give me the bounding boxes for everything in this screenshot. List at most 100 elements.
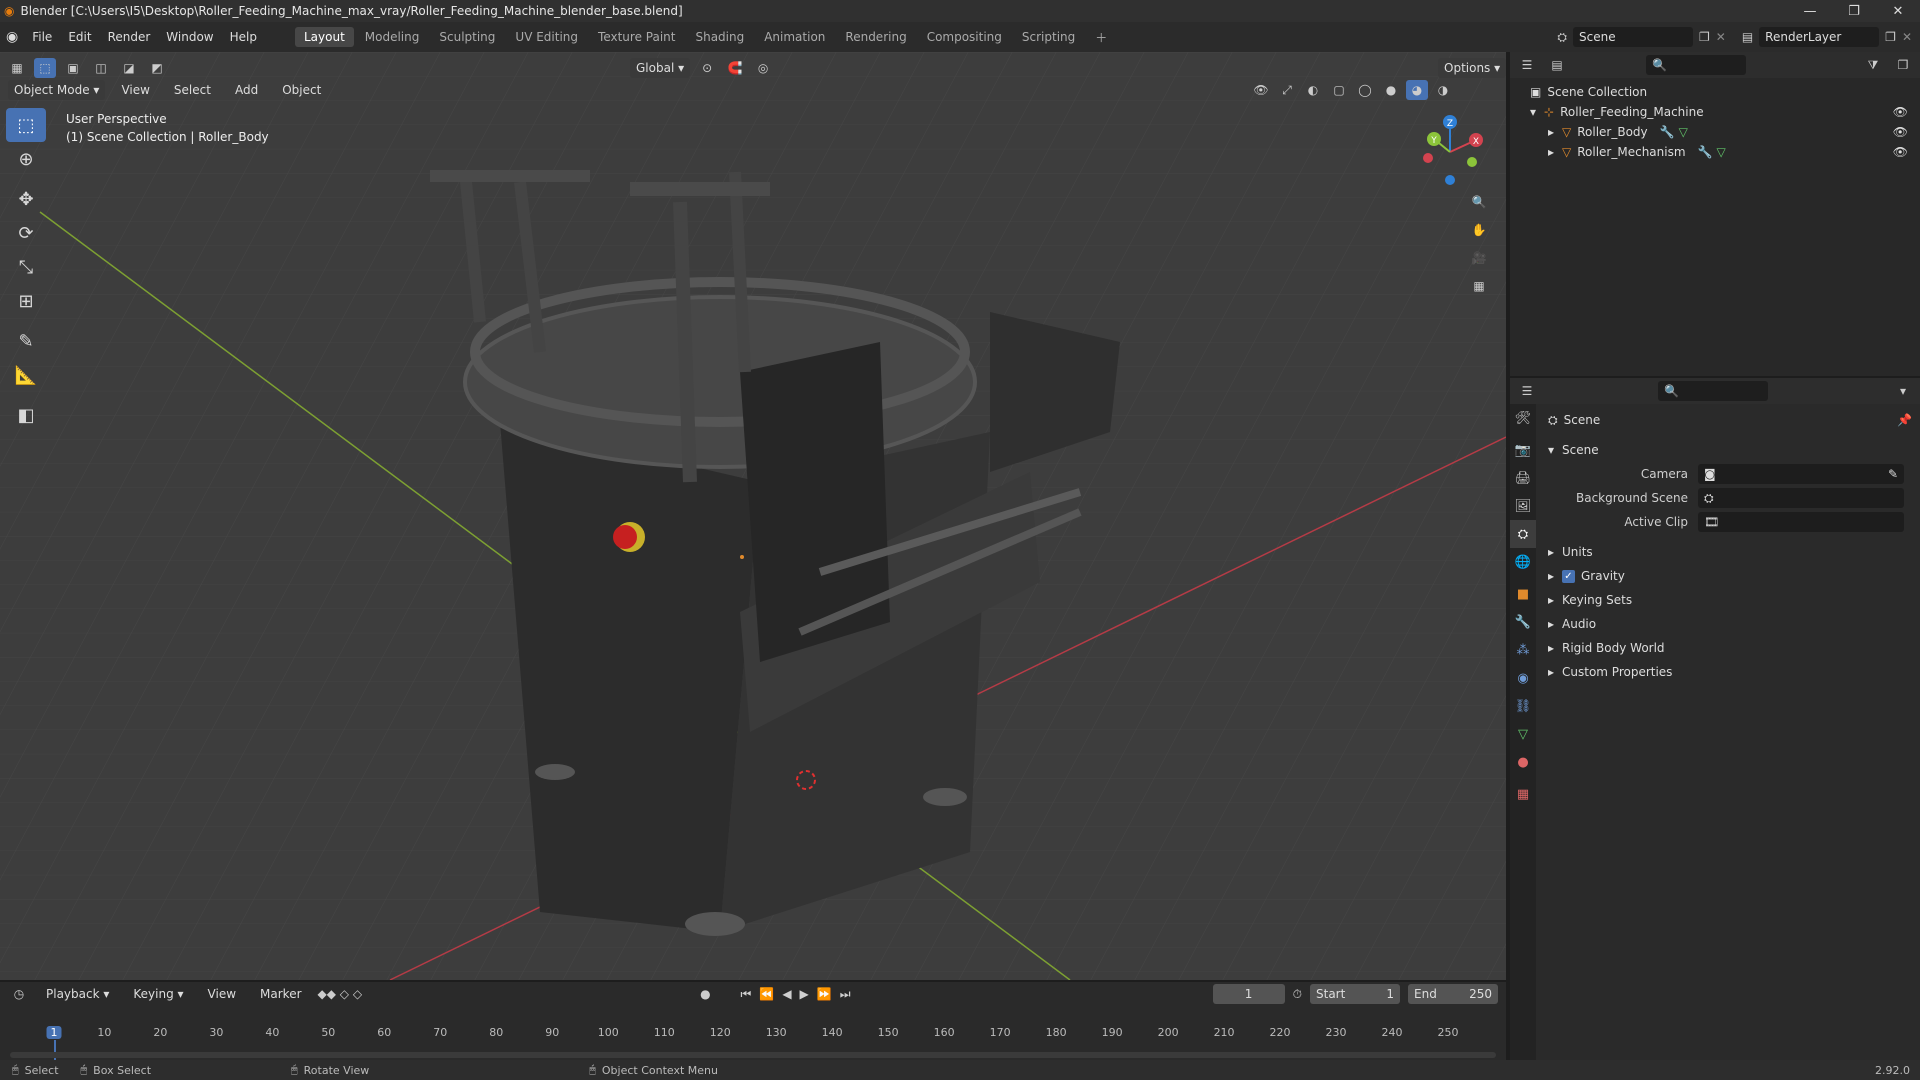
background-scene-field[interactable]: ⛭	[1698, 488, 1904, 508]
transform-orientation-dropdown[interactable]: Global ▾	[630, 58, 691, 78]
transform-tool-icon[interactable]: ⊞	[6, 284, 46, 318]
tab-rendering[interactable]: Rendering	[836, 27, 915, 47]
select-mode-icon[interactable]: ⬚	[34, 58, 56, 78]
pivot-point-icon[interactable]: ⊙	[696, 58, 718, 78]
panel-custom-properties[interactable]: ▸ Custom Properties	[1548, 660, 1912, 684]
panel-gravity[interactable]: ▸ ✓ Gravity	[1548, 564, 1912, 588]
delete-view-layer-icon[interactable]: ✕	[1902, 30, 1912, 44]
texture-tab-icon[interactable]: ▦	[1510, 780, 1536, 808]
maximize-button[interactable]: ❐	[1832, 4, 1876, 19]
view-layer-tab-icon[interactable]: 🖼	[1510, 492, 1536, 520]
scene-icon[interactable]: ⛭	[1557, 30, 1567, 45]
physics-tab-icon[interactable]: ◉	[1510, 664, 1536, 692]
expand-arrow-icon[interactable]: ▾	[1530, 105, 1544, 119]
panel-header-scene[interactable]: ▾ Scene	[1548, 438, 1912, 462]
viewport-menu-view[interactable]: View	[113, 83, 157, 97]
move-tool-icon[interactable]: ✥	[6, 182, 46, 216]
tab-layout[interactable]: Layout	[294, 27, 354, 47]
new-scene-icon[interactable]: ❐	[1699, 30, 1710, 44]
scale-tool-icon[interactable]: ⤡	[6, 250, 46, 284]
solid-shading-icon[interactable]: ●	[1380, 80, 1402, 100]
add-workspace-icon[interactable]: ＋	[1086, 26, 1116, 49]
tab-texture-paint[interactable]: Texture Paint	[589, 27, 684, 47]
delete-scene-icon[interactable]: ✕	[1716, 30, 1726, 44]
viewport-menu-select[interactable]: Select	[166, 83, 219, 97]
viewport-menu-object[interactable]: Object	[274, 83, 329, 97]
scene-tab-icon[interactable]: ⛭	[1510, 520, 1536, 548]
ortho-toggle-icon[interactable]: ▦	[1468, 276, 1490, 296]
panel-rigid-body-world[interactable]: ▸ Rigid Body World	[1548, 636, 1912, 660]
select-box-subtract-icon[interactable]: ◪	[118, 58, 140, 78]
output-tab-icon[interactable]: 🖨	[1510, 464, 1536, 492]
properties-editor-icon[interactable]: ☰	[1516, 381, 1538, 401]
outliner-scene-collection[interactable]: ▣ Scene Collection	[1516, 82, 1914, 102]
camera-view-icon[interactable]: 🎥	[1468, 248, 1490, 268]
panel-keying-sets[interactable]: ▸ Keying Sets	[1548, 588, 1912, 612]
rotate-tool-icon[interactable]: ⟳	[6, 216, 46, 250]
xray-icon[interactable]: ▢	[1328, 80, 1350, 100]
data-tab-icon[interactable]: ▽	[1510, 720, 1536, 748]
new-view-layer-icon[interactable]: ❐	[1885, 30, 1896, 44]
material-tab-icon[interactable]: ●	[1510, 748, 1536, 776]
timeline-scrollbar[interactable]	[10, 1052, 1496, 1058]
properties-search-input[interactable]: 🔍	[1658, 381, 1768, 401]
expand-arrow-icon[interactable]: ▸	[1548, 125, 1562, 139]
visibility-eye-icon[interactable]: 👁	[1893, 145, 1908, 159]
gizmo-toggle-icon[interactable]: ⤢	[1276, 80, 1298, 100]
blender-menu-icon[interactable]: ◉	[6, 29, 18, 45]
render-tab-icon[interactable]: 📷	[1510, 436, 1536, 464]
new-collection-icon[interactable]: ❐	[1892, 55, 1914, 75]
scene-selector[interactable]: Scene	[1573, 27, 1693, 47]
display-mode-icon[interactable]: ▤	[1546, 55, 1568, 75]
active-clip-field[interactable]: 🎞	[1698, 512, 1904, 532]
zoom-icon[interactable]: 🔍	[1468, 192, 1490, 212]
modifier-tab-icon[interactable]: 🔧	[1510, 608, 1536, 636]
view-layer-icon[interactable]: ▤	[1742, 30, 1753, 44]
close-button[interactable]: ✕	[1876, 4, 1920, 19]
select-box-new-icon[interactable]: ▣	[62, 58, 84, 78]
tab-compositing[interactable]: Compositing	[918, 27, 1011, 47]
navigation-gizmo[interactable]: Z X Y	[1410, 112, 1490, 192]
annotate-tool-icon[interactable]: ✎	[6, 324, 46, 358]
visibility-eye-icon[interactable]: 👁	[1893, 125, 1908, 139]
object-tab-icon[interactable]: ■	[1510, 580, 1536, 608]
panel-collapse-icon[interactable]: ▾	[1548, 443, 1562, 457]
mesh-data-icon[interactable]: ▽	[1717, 145, 1726, 159]
tab-animation[interactable]: Animation	[755, 27, 834, 47]
select-box-extend-icon[interactable]: ◫	[90, 58, 112, 78]
proportional-editing-icon[interactable]: ◎	[752, 58, 774, 78]
menu-render[interactable]: Render	[100, 30, 159, 44]
filter-icon[interactable]: ⧩	[1862, 55, 1884, 75]
panel-expand-icon[interactable]: ▸	[1548, 617, 1562, 631]
panel-expand-icon[interactable]: ▸	[1548, 665, 1562, 679]
modifier-wrench-icon[interactable]: 🔧	[1660, 125, 1675, 139]
tab-sculpting[interactable]: Sculpting	[430, 27, 504, 47]
panel-expand-icon[interactable]: ▸	[1548, 593, 1562, 607]
menu-window[interactable]: Window	[158, 30, 221, 44]
select-box-invert-icon[interactable]: ◩	[146, 58, 168, 78]
panel-units[interactable]: ▸ Units	[1548, 540, 1912, 564]
editor-type-icon[interactable]: ▦	[6, 58, 28, 78]
outliner-search-input[interactable]: 🔍	[1646, 55, 1746, 75]
panel-expand-icon[interactable]: ▸	[1548, 545, 1562, 559]
material-shading-icon[interactable]: ◕	[1406, 80, 1428, 100]
timeline-ruler[interactable]: 1 10 20 30 40 50 60 70 80 90 100 110 120 130 140 150 160…	[0, 996, 1506, 1064]
rendered-shading-icon[interactable]: ◑	[1432, 80, 1454, 100]
expand-arrow-icon[interactable]: ▸	[1548, 145, 1562, 159]
mesh-data-icon[interactable]: ▽	[1679, 125, 1688, 139]
object-mode-dropdown[interactable]: Object Mode ▾	[8, 80, 106, 100]
snap-icon[interactable]: 🧲	[724, 58, 746, 78]
panel-audio[interactable]: ▸ Audio	[1548, 612, 1912, 636]
world-tab-icon[interactable]: 🌐	[1510, 548, 1536, 576]
gravity-checkbox[interactable]: ✓	[1562, 569, 1575, 583]
visibility-eye-icon[interactable]: 👁	[1893, 105, 1908, 119]
constraints-tab-icon[interactable]: ⛓	[1510, 692, 1536, 720]
view-layer-selector[interactable]: RenderLayer	[1759, 27, 1880, 47]
tool-tab-icon[interactable]: 🛠	[1510, 404, 1536, 432]
wireframe-shading-icon[interactable]: ◯	[1354, 80, 1376, 100]
tab-modeling[interactable]: Modeling	[356, 27, 429, 47]
add-cube-tool-icon[interactable]: ◧	[6, 398, 46, 432]
pan-hand-icon[interactable]: ✋	[1468, 220, 1490, 240]
particles-tab-icon[interactable]: ⁂	[1510, 636, 1536, 664]
eyedropper-icon[interactable]: ✎	[1888, 467, 1898, 481]
